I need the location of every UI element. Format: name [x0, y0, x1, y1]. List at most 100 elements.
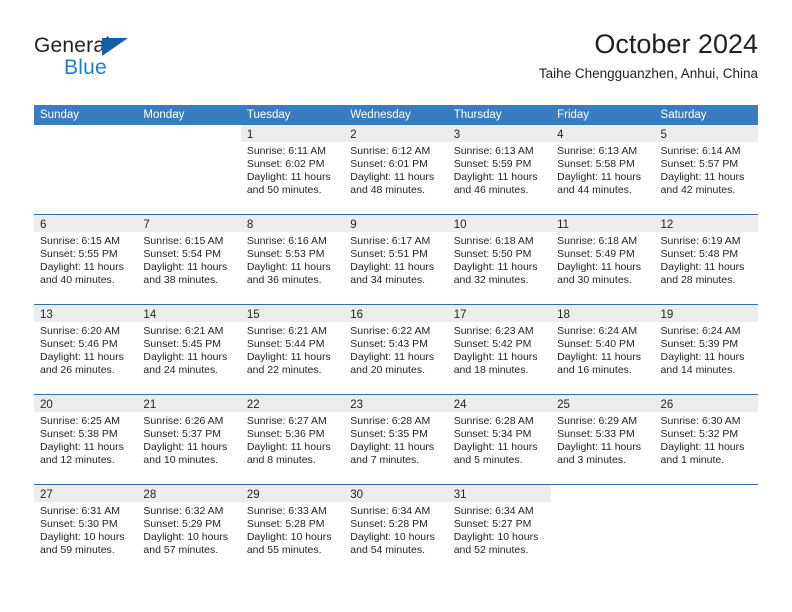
weekday-header-thursday: Thursday	[453, 109, 502, 121]
daylight-text: Daylight: 10 hours and 55 minutes.	[246, 531, 332, 556]
day-cell[interactable]: 29 Sunrise: 6:33 AM Sunset: 5:28 PM Dayligh…	[240, 485, 345, 574]
day-cell[interactable]: 3 Sunrise: 6:13 AM Sunset: 5:59 PM Daylight…	[447, 125, 552, 214]
sunrise-text: Sunrise: 6:20 AM	[40, 325, 120, 337]
sunset-text: Sunset: 5:58 PM	[557, 158, 635, 170]
page-header: General Blue October 2024 Taihe Chenggua…	[34, 28, 758, 98]
sunset-text: Sunset: 5:33 PM	[557, 428, 635, 440]
day-cell[interactable]: 13 Sunrise: 6:20 AM Sunset: 5:46 PM Dayligh…	[34, 305, 138, 394]
day-cell[interactable]: 9 Sunrise: 6:17 AM Sunset: 5:51 PM Daylight…	[344, 215, 448, 304]
weekday-header-friday: Friday	[557, 109, 590, 121]
day-cell[interactable]: 22 Sunrise: 6:27 AM Sunset: 5:36 PM Dayligh…	[240, 395, 345, 484]
day-number: 20	[40, 399, 53, 411]
day-cell-empty	[34, 125, 138, 214]
day-cell-empty	[654, 485, 758, 574]
day-number-band: 9	[344, 215, 448, 232]
day-number: 6	[40, 219, 47, 231]
sunrise-text: Sunrise: 6:18 AM	[453, 235, 534, 247]
day-info: Sunrise: 6:22 AM Sunset: 5:43 PM Daylight:…	[344, 322, 447, 377]
sunset-text: Sunset: 5:36 PM	[246, 428, 325, 440]
sunset-text: Sunset: 5:55 PM	[40, 248, 118, 260]
brand-logo[interactable]: General Blue	[34, 34, 254, 90]
day-cell[interactable]: 12 Sunrise: 6:19 AM Sunset: 5:48 PM Dayligh…	[654, 215, 758, 304]
day-info: Sunrise: 6:34 AM Sunset: 5:28 PM Daylight:…	[344, 502, 447, 557]
daylight-text: Daylight: 10 hours and 57 minutes.	[143, 531, 229, 556]
sunset-text: Sunset: 5:46 PM	[40, 338, 118, 350]
day-cell[interactable]: 11 Sunrise: 6:18 AM Sunset: 5:49 PM Dayligh…	[551, 215, 655, 304]
day-cell[interactable]: 20 Sunrise: 6:25 AM Sunset: 5:38 PM Dayligh…	[34, 395, 138, 484]
day-cell[interactable]: 7 Sunrise: 6:15 AM Sunset: 5:54 PM Daylight…	[137, 215, 241, 304]
daylight-text: Daylight: 11 hours and 26 minutes.	[40, 351, 124, 376]
day-cell[interactable]: 24 Sunrise: 6:28 AM Sunset: 5:34 PM Dayligh…	[447, 395, 552, 484]
day-info: Sunrise: 6:12 AM Sunset: 6:01 PM Daylight:…	[344, 142, 447, 197]
day-info: Sunrise: 6:18 AM Sunset: 5:50 PM Daylight:…	[448, 232, 551, 287]
day-cell[interactable]: 4 Sunrise: 6:13 AM Sunset: 5:58 PM Daylight…	[551, 125, 655, 214]
day-cell[interactable]: 17 Sunrise: 6:23 AM Sunset: 5:42 PM Dayligh…	[447, 305, 552, 394]
day-number-band: 23	[344, 395, 448, 412]
day-cell[interactable]: 16 Sunrise: 6:22 AM Sunset: 5:43 PM Dayligh…	[344, 305, 448, 394]
daylight-text: Daylight: 11 hours and 38 minutes.	[143, 261, 228, 286]
day-number-band: 31	[447, 485, 552, 502]
day-cell[interactable]: 27 Sunrise: 6:31 AM Sunset: 5:30 PM Dayligh…	[34, 485, 138, 574]
sunset-text: Sunset: 5:39 PM	[660, 338, 739, 350]
day-cell[interactable]: 25 Sunrise: 6:29 AM Sunset: 5:33 PM Dayligh…	[551, 395, 655, 484]
triangle-icon	[102, 38, 128, 56]
day-cell[interactable]: 15 Sunrise: 6:21 AM Sunset: 5:44 PM Dayligh…	[240, 305, 345, 394]
weekday-header-wednesday: Wednesday	[350, 109, 411, 121]
calendar-grid: Sunday Monday Tuesday Wednesday Thursday Frid…	[34, 105, 758, 574]
day-number-band: 8	[240, 215, 345, 232]
day-cell[interactable]: 8 Sunrise: 6:16 AM Sunset: 5:53 PM Daylight…	[240, 215, 345, 304]
day-number: 24	[453, 399, 467, 411]
day-cell[interactable]: 2 Sunrise: 6:12 AM Sunset: 6:01 PM Daylight…	[344, 125, 448, 214]
sunrise-text: Sunrise: 6:22 AM	[350, 325, 431, 337]
day-cell[interactable]: 6 Sunrise: 6:15 AM Sunset: 5:55 PM Daylight…	[34, 215, 138, 304]
day-cell[interactable]: 30 Sunrise: 6:34 AM Sunset: 5:28 PM Dayligh…	[344, 485, 448, 574]
day-cell[interactable]: 1 Sunrise: 6:11 AM Sunset: 6:02 PM Daylight…	[240, 125, 345, 214]
daylight-text: Daylight: 11 hours and 16 minutes.	[557, 351, 641, 376]
sunrise-text: Sunrise: 6:13 AM	[557, 145, 638, 157]
day-number: 30	[350, 489, 364, 501]
day-number-band: 1	[240, 125, 345, 142]
day-cell[interactable]: 5 Sunrise: 6:14 AM Sunset: 5:57 PM Daylight…	[654, 125, 758, 214]
brand-name-general: General	[34, 34, 111, 57]
day-number: 4	[557, 129, 564, 141]
day-cell[interactable]: 19 Sunrise: 6:24 AM Sunset: 5:39 PM Dayligh…	[654, 305, 758, 394]
daylight-text: Daylight: 11 hours and 42 minutes.	[660, 171, 745, 196]
day-number: 10	[453, 219, 467, 231]
day-number: 11	[557, 219, 570, 231]
day-number: 9	[350, 219, 357, 231]
sunset-text: Sunset: 5:44 PM	[246, 338, 325, 350]
sunrise-text: Sunrise: 6:15 AM	[40, 235, 120, 247]
sunset-text: Sunset: 5:42 PM	[453, 338, 532, 350]
day-number-band: 13	[34, 305, 138, 322]
sunrise-text: Sunrise: 6:34 AM	[350, 505, 431, 517]
day-cell[interactable]: 31 Sunrise: 6:34 AM Sunset: 5:27 PM Dayligh…	[447, 485, 552, 574]
day-info: Sunrise: 6:28 AM Sunset: 5:34 PM Daylight:…	[448, 412, 551, 467]
day-number-band: 29	[240, 485, 345, 502]
daylight-text: Daylight: 11 hours and 40 minutes.	[40, 261, 124, 286]
day-number-band: 5	[654, 125, 758, 142]
day-number-band: 26	[654, 395, 758, 412]
day-cell[interactable]: 18 Sunrise: 6:24 AM Sunset: 5:40 PM Dayligh…	[551, 305, 655, 394]
day-info: Sunrise: 6:23 AM Sunset: 5:42 PM Daylight:…	[448, 322, 551, 377]
day-info: Sunrise: 6:25 AM Sunset: 5:38 PM Daylight:…	[34, 412, 137, 467]
day-info: Sunrise: 6:19 AM Sunset: 5:48 PM Daylight:…	[655, 232, 758, 287]
day-cell[interactable]: 14 Sunrise: 6:21 AM Sunset: 5:45 PM Dayligh…	[137, 305, 241, 394]
day-number-band: 27	[34, 485, 138, 502]
daylight-text: Daylight: 11 hours and 7 minutes.	[350, 441, 435, 466]
day-cell[interactable]: 21 Sunrise: 6:26 AM Sunset: 5:37 PM Dayligh…	[137, 395, 241, 484]
day-number-band: 28	[137, 485, 241, 502]
day-cell[interactable]: 10 Sunrise: 6:18 AM Sunset: 5:50 PM Dayligh…	[447, 215, 552, 304]
day-info: Sunrise: 6:21 AM Sunset: 5:45 PM Daylight:…	[137, 322, 240, 377]
week-cells: 6 Sunrise: 6:15 AM Sunset: 5:55 PM Daylight…	[34, 215, 758, 304]
day-cell[interactable]: 26 Sunrise: 6:30 AM Sunset: 5:32 PM Dayligh…	[654, 395, 758, 484]
sunset-text: Sunset: 5:49 PM	[557, 248, 635, 260]
day-cell[interactable]: 23 Sunrise: 6:28 AM Sunset: 5:35 PM Dayligh…	[344, 395, 448, 484]
day-info: Sunrise: 6:31 AM Sunset: 5:30 PM Daylight:…	[34, 502, 137, 557]
sunrise-text: Sunrise: 6:14 AM	[660, 145, 741, 157]
sunrise-text: Sunrise: 6:26 AM	[143, 415, 224, 427]
sunset-text: Sunset: 5:32 PM	[660, 428, 739, 440]
day-number-band: 15	[240, 305, 345, 322]
day-number-band: 10	[447, 215, 552, 232]
sunrise-text: Sunrise: 6:23 AM	[453, 325, 534, 337]
day-cell[interactable]: 28 Sunrise: 6:32 AM Sunset: 5:29 PM Dayligh…	[137, 485, 241, 574]
